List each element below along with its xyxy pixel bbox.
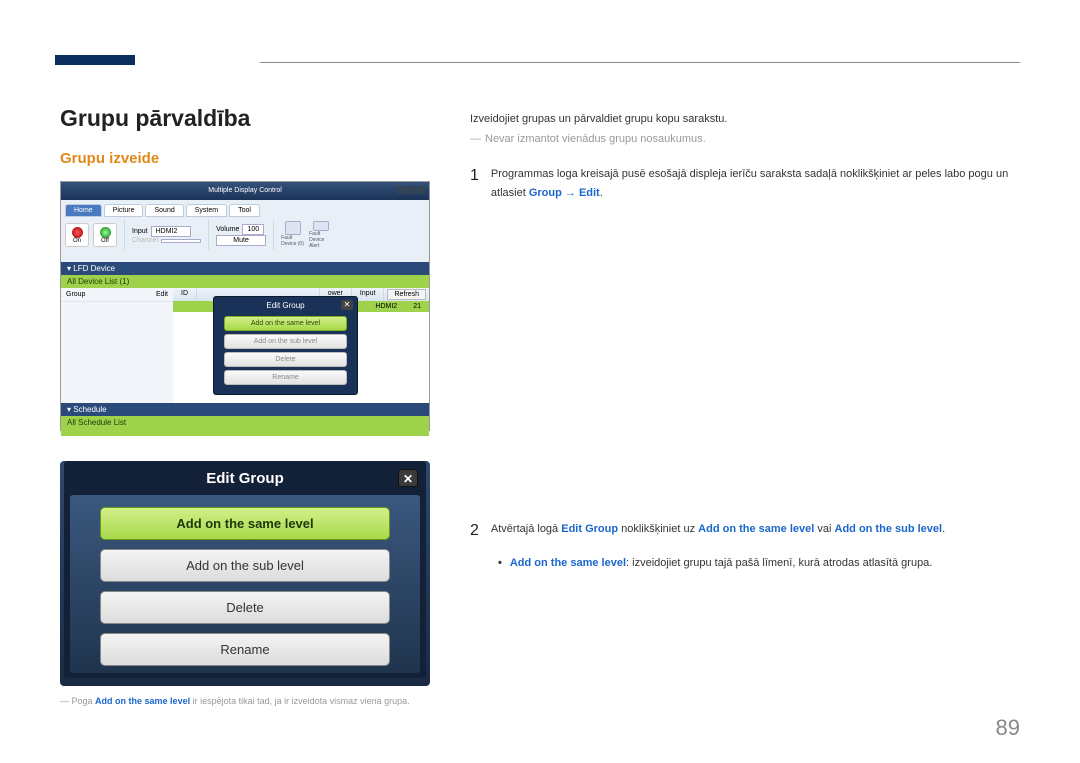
add-same-level-button[interactable]: Add on the same level bbox=[100, 507, 390, 540]
device-table: ID ower Input Refresh HDMI221 Edit Group… bbox=[173, 288, 429, 403]
tab-home[interactable]: Home bbox=[65, 204, 102, 217]
page-title: Grupu pārvaldība bbox=[60, 105, 430, 132]
bullet-same-level: • Add on the same level: izveidojiet gru… bbox=[498, 554, 1020, 574]
power-off-button[interactable]: Off bbox=[93, 223, 117, 247]
header-accent bbox=[55, 55, 135, 65]
window-controls bbox=[397, 186, 425, 194]
lfd-section-header[interactable]: ▾ LFD Device bbox=[61, 262, 429, 275]
window-titlebar: Multiple Display Control bbox=[61, 182, 429, 200]
close-icon[interactable]: ✕ bbox=[398, 469, 418, 487]
header-rule bbox=[260, 62, 1020, 63]
close-icon[interactable]: ✕ bbox=[341, 300, 353, 310]
add-same-level-button[interactable]: Add on the same level bbox=[224, 316, 347, 331]
left-column: Grupu pārvaldība Grupu izveide Multiple … bbox=[60, 105, 430, 706]
all-device-list[interactable]: All Device List (1) bbox=[61, 275, 429, 288]
rename-button[interactable]: Rename bbox=[224, 370, 347, 385]
fault-device-alert[interactable]: Fault Device Alert bbox=[309, 221, 333, 249]
window-title: Multiple Display Control bbox=[208, 187, 282, 194]
volume-label: Volume bbox=[216, 226, 239, 233]
tab-picture[interactable]: Picture bbox=[104, 204, 144, 217]
pin-icon bbox=[74, 471, 88, 485]
channel-select[interactable] bbox=[161, 239, 201, 243]
sidebar-group-row[interactable]: GroupEdit bbox=[61, 288, 173, 302]
delete-button[interactable]: Delete bbox=[224, 352, 347, 367]
toolbar: Home Picture Sound System Tool On Off In… bbox=[61, 200, 429, 262]
page-subtitle: Grupu izveide bbox=[60, 150, 430, 167]
edit-group-popup-small: Edit Group ✕ Add on the same level Add on… bbox=[213, 296, 358, 395]
rename-button[interactable]: Rename bbox=[100, 633, 390, 666]
all-schedule-list[interactable]: All Schedule List bbox=[61, 416, 429, 436]
add-sub-level-button[interactable]: Add on the sub level bbox=[224, 334, 347, 349]
popup-title: Edit Group bbox=[266, 301, 304, 310]
screenshot-edit-group: Edit Group ✕ Add on the same level Add o… bbox=[60, 461, 430, 686]
step-1: 1 Programmas loga kreisajā pusē esošajā … bbox=[470, 162, 1020, 205]
power-on-button[interactable]: On bbox=[65, 223, 89, 247]
intro-text: Izveidojiet grupas un pārvaldiet grupu k… bbox=[470, 110, 1020, 130]
sidebar: GroupEdit bbox=[61, 288, 173, 403]
th-id: ID bbox=[173, 288, 197, 301]
fault-device[interactable]: Fault Device (0) bbox=[281, 221, 305, 249]
tab-system[interactable]: System bbox=[186, 204, 227, 217]
screenshot-mdc: Multiple Display Control Home Picture So… bbox=[60, 181, 430, 431]
add-sub-level-button[interactable]: Add on the sub level bbox=[100, 549, 390, 582]
footnote: ― Poga Add on the same level ir iespējot… bbox=[60, 696, 430, 706]
step-2: 2 Atvērtajā logā Edit Group noklikšķinie… bbox=[470, 517, 1020, 546]
refresh-button[interactable]: Refresh bbox=[387, 289, 426, 300]
right-column: Izveidojiet grupas un pārvaldiet grupu k… bbox=[470, 105, 1020, 706]
channel-label: Channel bbox=[132, 237, 158, 244]
tab-sound[interactable]: Sound bbox=[145, 204, 183, 217]
volume-value[interactable]: 100 bbox=[242, 224, 264, 235]
delete-button[interactable]: Delete bbox=[100, 591, 390, 624]
input-label: Input bbox=[132, 228, 148, 235]
dialog-title: Edit Group bbox=[206, 470, 284, 487]
page-number: 89 bbox=[996, 715, 1020, 741]
tab-bar: Home Picture Sound System Tool bbox=[65, 204, 425, 217]
input-select[interactable]: HDMI2 bbox=[151, 226, 191, 237]
note-text: ―Nevar izmantot vienādus grupu nosaukumu… bbox=[470, 130, 1020, 150]
schedule-section-header[interactable]: ▾ Schedule bbox=[61, 403, 429, 416]
mute-button[interactable]: Mute bbox=[216, 235, 266, 246]
tab-tool[interactable]: Tool bbox=[229, 204, 260, 217]
